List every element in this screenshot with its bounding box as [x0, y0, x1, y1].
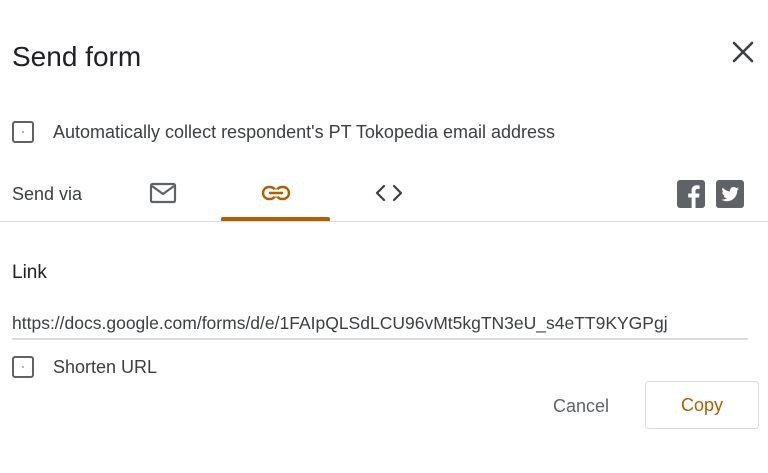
copy-button[interactable]: Copy: [645, 381, 759, 429]
form-url-field[interactable]: [12, 308, 748, 340]
twitter-share-button[interactable]: [716, 180, 744, 208]
code-icon: [375, 184, 402, 202]
tabs-divider: [0, 221, 768, 222]
tab-link[interactable]: [221, 170, 330, 216]
collect-email-checkbox[interactable]: [12, 121, 34, 143]
send-via-label: Send via: [12, 184, 83, 204]
link-icon: [261, 185, 290, 201]
shorten-url-label: Shorten URL: [53, 357, 158, 377]
facebook-icon: [688, 185, 700, 208]
collect-email-label: Automatically collect respondent's PT To…: [53, 122, 556, 142]
close-button[interactable]: [729, 38, 757, 66]
tab-email[interactable]: [108, 170, 217, 216]
close-icon: [732, 41, 754, 63]
dialog-title: Send form: [12, 41, 142, 72]
facebook-share-button[interactable]: [677, 180, 705, 208]
tab-embed[interactable]: [334, 170, 443, 216]
shorten-url-checkbox[interactable]: [12, 356, 34, 378]
mail-icon: [149, 182, 176, 204]
twitter-icon: [721, 187, 739, 202]
cancel-button[interactable]: Cancel: [521, 384, 641, 428]
link-heading: Link: [12, 262, 47, 283]
